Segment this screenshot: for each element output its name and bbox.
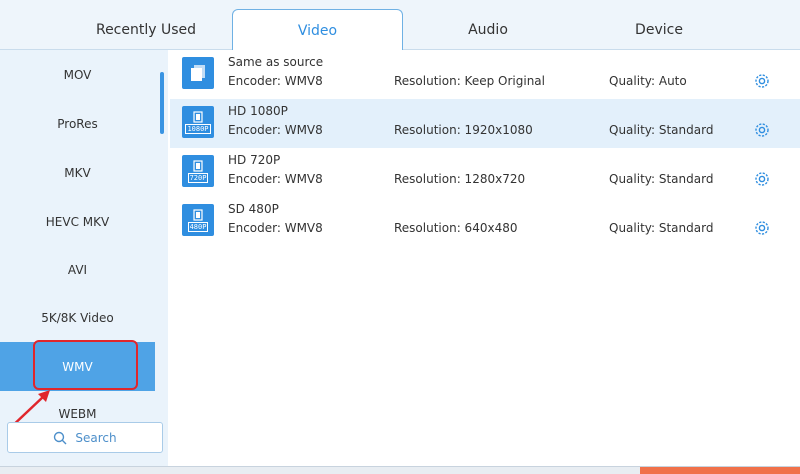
sidebar-item-mov[interactable]: MOV bbox=[0, 50, 155, 99]
preset-resolution: Resolution: Keep Original bbox=[394, 74, 545, 88]
sidebar-item-prores[interactable]: ProRes bbox=[0, 99, 155, 148]
preset-title: Same as source bbox=[228, 55, 324, 69]
sidebar-item-hevc-mkv[interactable]: HEVC MKV bbox=[0, 197, 155, 246]
sidebar-scrollbar[interactable] bbox=[160, 72, 164, 134]
film-720p-icon: 720P bbox=[182, 155, 214, 187]
tab-recently-used[interactable]: Recently Used bbox=[60, 9, 232, 50]
gear-icon[interactable] bbox=[753, 170, 771, 188]
preset-encoder: Encoder: WMV8 bbox=[228, 221, 323, 235]
preset-row[interactable]: 480P SD 480P Encoder: WMV8 Resolution: 6… bbox=[170, 197, 800, 246]
preset-resolution: Resolution: 1280x720 bbox=[394, 172, 526, 186]
preset-encoder: Encoder: WMV8 bbox=[228, 74, 323, 88]
same-as-source-icon bbox=[182, 57, 214, 89]
tab-audio[interactable]: Audio bbox=[403, 9, 573, 50]
gear-icon[interactable] bbox=[753, 219, 771, 237]
sidebar-item-wmv[interactable]: WMV bbox=[0, 342, 155, 391]
preset-title: SD 480P bbox=[228, 202, 279, 216]
preset-resolution: Resolution: 1920x1080 bbox=[394, 123, 533, 137]
search-label: Search bbox=[75, 430, 117, 445]
tab-video[interactable]: Video bbox=[232, 9, 403, 51]
convert-button-edge[interactable] bbox=[640, 467, 800, 474]
format-tab-bar: Recently Used Video Audio Device bbox=[0, 0, 800, 51]
preset-quality: Quality: Auto bbox=[609, 74, 687, 88]
gear-icon[interactable] bbox=[753, 121, 771, 139]
preset-list: Same as source Encoder: WMV8 Resolution:… bbox=[170, 50, 800, 466]
preset-quality: Quality: Standard bbox=[609, 123, 714, 137]
bottom-toolbar-edge bbox=[0, 466, 800, 474]
preset-resolution: Resolution: 640x480 bbox=[394, 221, 518, 235]
tab-device[interactable]: Device bbox=[573, 9, 745, 50]
preset-encoder: Encoder: WMV8 bbox=[228, 172, 323, 186]
film-1080p-icon: 1080P bbox=[182, 106, 214, 138]
search-input[interactable]: Search bbox=[7, 422, 163, 453]
search-icon bbox=[54, 431, 67, 444]
preset-quality: Quality: Standard bbox=[609, 172, 714, 186]
gear-icon[interactable] bbox=[753, 72, 771, 90]
film-480p-icon: 480P bbox=[182, 204, 214, 236]
sidebar-item-avi[interactable]: AVI bbox=[0, 245, 155, 294]
preset-title: HD 1080P bbox=[228, 104, 288, 118]
sidebar-item-5k8k-video[interactable]: 5K/8K Video bbox=[0, 293, 155, 342]
preset-row[interactable]: 1080P HD 1080P Encoder: WMV8 Resolution:… bbox=[170, 99, 800, 148]
preset-row[interactable]: Same as source Encoder: WMV8 Resolution:… bbox=[170, 50, 800, 99]
format-sidebar: MOV ProRes MKV HEVC MKV AVI 5K/8K Video … bbox=[0, 50, 168, 466]
preset-quality: Quality: Standard bbox=[609, 221, 714, 235]
preset-encoder: Encoder: WMV8 bbox=[228, 123, 323, 137]
sidebar-item-mkv[interactable]: MKV bbox=[0, 148, 155, 197]
preset-row[interactable]: 720P HD 720P Encoder: WMV8 Resolution: 1… bbox=[170, 148, 800, 197]
preset-title: HD 720P bbox=[228, 153, 281, 167]
